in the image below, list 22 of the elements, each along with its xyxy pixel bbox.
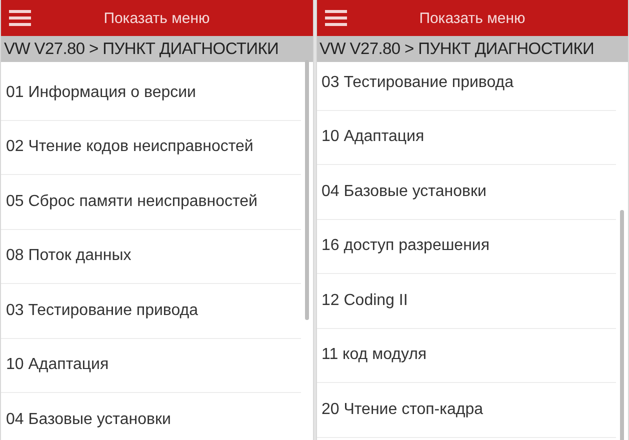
breadcrumb: VW V27.80 > ПУНКТ ДИАГНОСТИКИ: [320, 40, 594, 58]
menu-item[interactable]: 10 Адаптация: [316, 110, 616, 165]
breadcrumb: VW V27.80 > ПУНКТ ДИАГНОСТИКИ: [4, 40, 279, 58]
menu-item[interactable]: 03 Тестирование привода: [1, 284, 300, 338]
header-title[interactable]: Показать меню: [104, 10, 210, 26]
scrollbar[interactable]: [304, 60, 308, 320]
menu-item[interactable]: 03 Тестирование привода: [316, 56, 616, 110]
menu-item[interactable]: 11 код модуля: [316, 328, 616, 383]
menu-item[interactable]: 04 Базовые установки: [316, 165, 616, 220]
menu-icon[interactable]: [9, 10, 31, 26]
menu-item[interactable]: 12 Coding II: [316, 274, 616, 328]
menu-item[interactable]: 08 Поток данных: [1, 230, 300, 284]
menu-item[interactable]: 10 Адаптация: [1, 338, 300, 393]
scrollbar[interactable]: [620, 210, 624, 440]
menu-icon[interactable]: [324, 10, 346, 26]
menu-item[interactable]: 01 Информация о версии: [1, 66, 300, 120]
menu-item[interactable]: 16 доступ разрешения: [316, 220, 616, 274]
menu-item[interactable]: 02 Чтение кодов неисправностей: [1, 120, 300, 175]
menu-item[interactable]: 05 Сброс памяти неисправностей: [1, 175, 300, 230]
header-title[interactable]: Показать меню: [419, 10, 526, 26]
menu-item[interactable]: 04 Базовые установки: [1, 393, 300, 440]
menu-item[interactable]: 20 Чтение стоп-кадра: [316, 383, 616, 438]
